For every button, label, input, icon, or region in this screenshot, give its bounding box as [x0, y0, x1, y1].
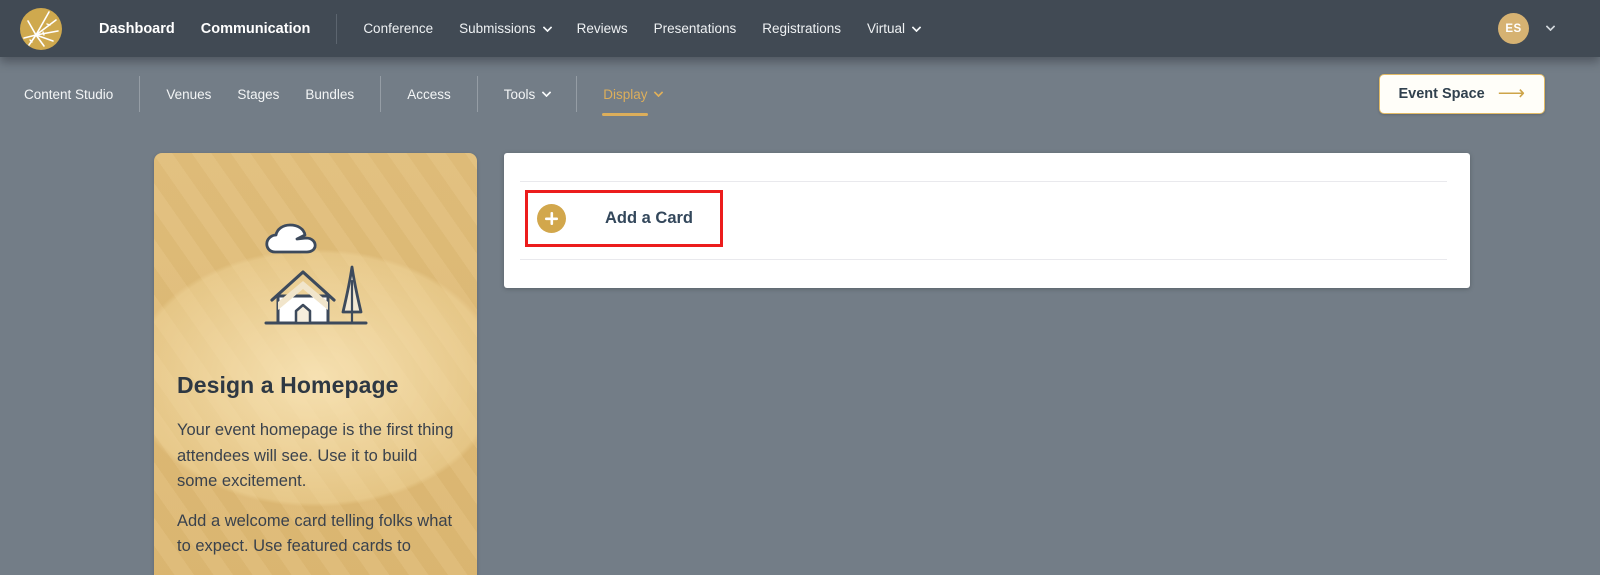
sub-navbar: Content Studio Venues Stages Bundles Acc… [0, 57, 1600, 131]
subnav-item-label: Display [602, 86, 649, 116]
subnav-item-tools[interactable]: Tools [503, 86, 552, 102]
subnav-item-content-studio[interactable]: Content Studio [24, 87, 113, 102]
nav-item-conference[interactable]: Conference [363, 21, 433, 36]
nav-divider [336, 13, 338, 44]
promo-card-paragraph: Your event homepage is the first thing a… [177, 421, 454, 491]
design-homepage-card: Design a Homepage Your event homepage is… [154, 153, 477, 575]
nav-item-communication[interactable]: Communication [201, 21, 311, 37]
chevron-down-icon [654, 87, 664, 98]
brand-logo-icon[interactable] [20, 7, 62, 50]
promo-card-title: Design a Homepage [177, 372, 399, 398]
event-space-label: Event Space [1398, 86, 1485, 102]
primary-nav: Dashboard Communication Conference Submi… [99, 13, 922, 44]
panel-divider [520, 181, 1447, 182]
subnav-divider [576, 76, 578, 112]
panel-divider [520, 259, 1447, 260]
house-illustration-icon [264, 223, 367, 325]
subnav-item-access[interactable]: Access [407, 87, 451, 102]
subnav-item-stages[interactable]: Stages [237, 87, 279, 102]
cards-panel: Add a Card [504, 153, 1470, 288]
main-content: Design a Homepage Your event homepage is… [0, 131, 1600, 575]
nav-item-reviews[interactable]: Reviews [577, 21, 628, 36]
subnav-item-venues[interactable]: Venues [166, 87, 211, 102]
add-card-label: Add a Card [605, 209, 694, 227]
chevron-down-icon [911, 22, 922, 32]
nav-item-label: Virtual [867, 21, 906, 36]
nav-item-dashboard[interactable]: Dashboard [99, 21, 175, 37]
subnav-item-label: Tools [503, 86, 536, 102]
add-card-button[interactable]: Add a Card [525, 190, 723, 247]
chevron-down-icon [542, 22, 553, 32]
subnav-item-display[interactable]: Display [602, 86, 664, 116]
plus-icon[interactable] [537, 204, 566, 233]
promo-card-paragraph: Add a welcome card telling folks what to… [177, 511, 453, 556]
nav-item-label: Submissions [459, 21, 536, 36]
nav-item-submissions[interactable]: Submissions [459, 21, 553, 36]
nav-item-virtual[interactable]: Virtual [867, 21, 922, 36]
arrow-right-icon: ⟶ [1497, 82, 1525, 104]
event-space-button[interactable]: Event Space ⟶ [1378, 74, 1545, 114]
chevron-down-icon [541, 87, 552, 98]
secondary-nav: Content Studio Venues Stages Bundles Acc… [24, 76, 664, 116]
chevron-down-icon [1545, 21, 1556, 32]
avatar[interactable]: ES [1498, 13, 1529, 44]
subnav-divider [139, 76, 141, 112]
subnav-item-bundles[interactable]: Bundles [305, 87, 354, 102]
top-navbar: Dashboard Communication Conference Submi… [0, 0, 1600, 57]
nav-item-presentations[interactable]: Presentations [654, 21, 737, 36]
account-menu[interactable]: ES [1498, 13, 1556, 44]
subnav-divider [380, 76, 382, 112]
subnav-divider [476, 76, 478, 112]
nav-item-registrations[interactable]: Registrations [762, 21, 841, 36]
